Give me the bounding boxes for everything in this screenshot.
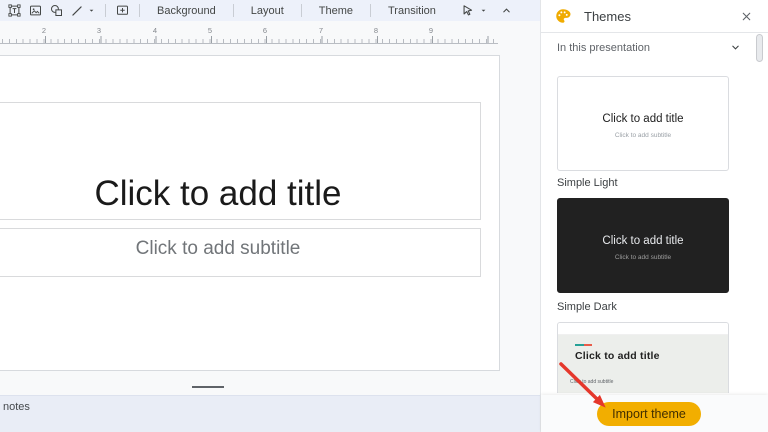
themes-panel-header: Themes xyxy=(541,0,768,33)
toolbar-separator xyxy=(139,4,140,17)
transition-button[interactable]: Transition xyxy=(377,0,447,21)
ruler-number: 5 xyxy=(207,26,213,35)
teal-dash xyxy=(575,344,584,346)
chevron-up-icon xyxy=(503,8,510,13)
subtitle-placeholder-text: Click to add subtitle xyxy=(135,237,301,259)
theme-thumb-title: Click to add title xyxy=(575,350,660,362)
theme-scope-label: In this presentation xyxy=(557,41,650,54)
theme-name-simple-dark: Simple Dark xyxy=(557,301,617,313)
theme-thumb-accent-dash xyxy=(575,344,592,346)
theme-thumb-title: Click to add title xyxy=(602,113,684,125)
ruler-number: 9 xyxy=(428,26,434,35)
ruler-number: 8 xyxy=(373,26,379,35)
theme-thumb-subtitle: Click to add subtitle xyxy=(614,132,672,139)
shape-icon xyxy=(51,5,62,16)
themes-panel-title: Themes xyxy=(584,8,631,24)
line-icon xyxy=(72,5,82,16)
toolbar-separator xyxy=(370,4,371,17)
speaker-notes-text: notes xyxy=(3,401,30,413)
themes-panel: Themes In this presentation Click to add… xyxy=(540,0,768,432)
pointer-dropdown-caret-icon xyxy=(481,9,486,12)
theme-thumb-subtitle: Click to add subtitle xyxy=(570,379,614,385)
background-button[interactable]: Background xyxy=(146,0,227,21)
comment-add-icon xyxy=(117,5,128,15)
title-placeholder[interactable]: Click to add title xyxy=(0,102,481,220)
laser-pointer-icon xyxy=(463,5,473,16)
layout-button[interactable]: Layout xyxy=(240,0,295,21)
toolbar-separator xyxy=(105,4,106,17)
palette-icon xyxy=(556,9,571,23)
panel-scrollbar-thumb[interactable] xyxy=(756,34,763,62)
collapse-toolbar-button[interactable] xyxy=(497,1,516,21)
title-placeholder-text: Click to add title xyxy=(94,174,342,213)
pointer-mode-button[interactable] xyxy=(457,1,491,21)
toolbar-separator xyxy=(300,4,302,17)
horizontal-ruler: 2 3 4 5 6 7 8 9 xyxy=(0,25,498,44)
theme-scope-dropdown[interactable]: In this presentation xyxy=(541,33,768,62)
ruler-number: 7 xyxy=(318,26,324,35)
speaker-notes-resize-handle[interactable] xyxy=(192,386,224,388)
ruler-number: 3 xyxy=(96,26,102,35)
insert-shape-button[interactable] xyxy=(46,1,67,21)
theme-thumb-title: Click to add title xyxy=(602,235,684,247)
themes-panel-footer: Import theme xyxy=(541,395,768,432)
speaker-notes-bar[interactable]: notes xyxy=(0,395,540,432)
insert-line-button[interactable] xyxy=(67,1,99,21)
insert-comment-button[interactable] xyxy=(112,1,133,21)
theme-name-simple-light: Simple Light xyxy=(557,177,618,189)
insert-text-box-button[interactable] xyxy=(4,1,25,21)
google-slides-app: Background Layout Theme Transition 2 3 4… xyxy=(0,0,768,432)
ruler-number: 6 xyxy=(262,26,268,35)
close-icon xyxy=(742,12,751,20)
toolbar-right-group xyxy=(457,0,516,21)
text-box-icon xyxy=(8,4,21,17)
close-panel-button[interactable] xyxy=(738,8,755,25)
theme-card-simple-dark[interactable]: Click to add title Click to add subtitle xyxy=(557,198,729,293)
ruler-number: 4 xyxy=(152,26,158,35)
theme-thumb-header-band xyxy=(558,323,728,335)
ruler-number: 2 xyxy=(41,26,47,35)
chevron-down-icon xyxy=(729,41,742,54)
theme-card-third[interactable]: Click to add title Click to add subtitle xyxy=(557,322,729,393)
toolbar-separator xyxy=(232,4,234,17)
theme-thumb-subtitle: Click to add subtitle xyxy=(614,254,672,261)
theme-button[interactable]: Theme xyxy=(308,0,364,21)
import-theme-button[interactable]: Import theme xyxy=(597,402,701,426)
insert-image-button[interactable] xyxy=(25,1,46,21)
theme-card-simple-light[interactable]: Click to add title Click to add subtitle xyxy=(557,76,729,171)
subtitle-placeholder[interactable]: Click to add subtitle xyxy=(0,228,481,277)
red-dash xyxy=(584,344,592,346)
line-dropdown-caret-icon xyxy=(89,9,94,12)
toolbar: Background Layout Theme Transition xyxy=(0,0,540,21)
toolbar-left-group: Background Layout Theme Transition xyxy=(4,0,447,21)
image-icon xyxy=(30,5,41,16)
